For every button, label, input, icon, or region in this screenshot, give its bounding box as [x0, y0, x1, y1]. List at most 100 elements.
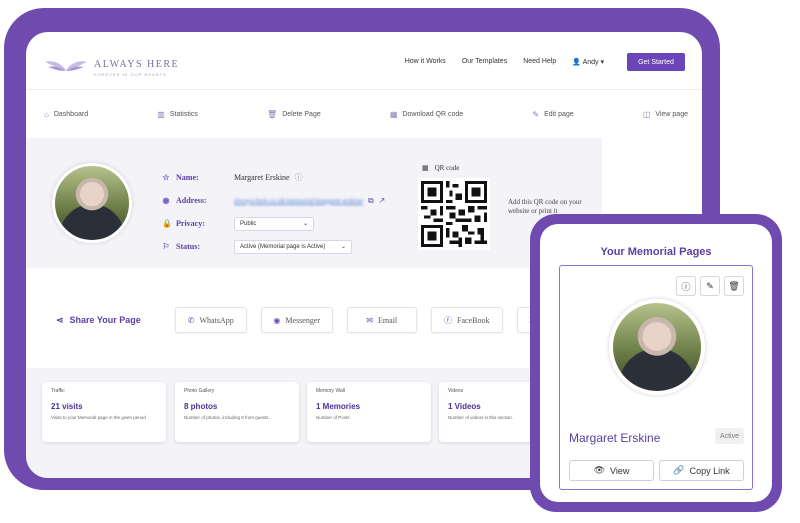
trash-icon: 🗑: [728, 280, 740, 291]
toolbar-label: View page: [655, 110, 688, 118]
chevron-down-icon: ⌄: [302, 221, 308, 227]
nav-need-help[interactable]: Need Help: [523, 58, 556, 66]
address-row: ◉ Address: always-here.co.uk/memorial/mar…: [162, 189, 386, 212]
stat-desc: Number of Posts: [316, 415, 350, 420]
name-value: Margaret Erskine: [234, 173, 290, 182]
site-logo[interactable]: ALWAYS HERE FOREVER IN OUR HEARTS: [44, 54, 179, 77]
address-label: Address:: [176, 196, 207, 205]
profile-fields: ☆ Name: Margaret Erskine ⓘ ◉ Address: alway…: [162, 166, 385, 258]
brand-tagline: FOREVER IN OUR HEARTS: [94, 72, 167, 77]
share-email-button[interactable]: ✉ Email: [346, 307, 417, 333]
stat-desc: Number of photos, including 8 from guest…: [184, 415, 270, 420]
memorial-card: ⓘ ✎ 🗑 Margaret Erskine Active 👁 View 🔗 Cop…: [559, 265, 753, 490]
bar-chart-icon: ▥: [157, 109, 165, 119]
share-icon: ⋖: [56, 314, 64, 325]
status-value: Active (Memorial page is Active): [240, 243, 326, 250]
site-header: ALWAYS HERE FOREVER IN OUR HEARTS How it…: [26, 32, 702, 90]
stage: ALWAYS HERE FOREVER IN OUR HEARTS How it…: [0, 0, 800, 523]
privacy-select[interactable]: Public ⌄: [234, 216, 314, 231]
stat-value: 8 photos: [184, 402, 218, 411]
edit-icon: ✎: [532, 109, 540, 119]
view-button[interactable]: 👁 View: [569, 460, 654, 481]
toolbar-download-qr[interactable]: ▦ Download QR code: [390, 110, 463, 119]
toolbar-label: Dashboard: [53, 110, 89, 118]
star-icon: ☆: [162, 173, 170, 182]
chevron-down-icon: ⌄: [340, 244, 346, 250]
memorial-name: Margaret Erskine: [569, 431, 661, 445]
user-menu[interactable]: 👤 Andy ▾: [572, 58, 604, 66]
privacy-row: 🔒 Privacy: Public ⌄: [162, 212, 385, 235]
messenger-icon: ◉: [273, 315, 281, 325]
wings-logo-icon: [45, 60, 87, 71]
stat-title: Traffic: [51, 388, 65, 394]
stat-desc: Visits to your Memorial page in the give…: [51, 415, 146, 420]
stat-value: 1 Memories: [316, 402, 361, 411]
stat-title: Memory Wall: [316, 388, 345, 394]
stat-card-memory-wall[interactable]: Memory Wall 1 Memories Number of Posts: [307, 382, 431, 442]
profile-photo: [52, 163, 132, 243]
get-started-button[interactable]: Get Started: [627, 53, 685, 71]
info-button[interactable]: ⓘ: [676, 276, 696, 296]
status-label: Status:: [176, 242, 201, 251]
lock-icon: 🔒: [162, 219, 172, 228]
share-facebook-button[interactable]: ⓕ FaceBook: [430, 307, 503, 333]
qr-code[interactable]: [418, 178, 490, 250]
edit-icon: ✎: [706, 280, 714, 291]
edit-button[interactable]: ✎: [700, 276, 720, 296]
toolbar-label: Delete Page: [282, 110, 321, 118]
email-icon: ✉: [366, 315, 374, 325]
share-whatsapp-button[interactable]: ✆ WhatsApp: [174, 307, 247, 333]
facebook-icon: ⓕ: [444, 315, 453, 325]
card-actions: ⓘ ✎ 🗑: [676, 276, 744, 296]
memorial-photo: [609, 299, 705, 395]
top-nav: How it Works Our Templates Need Help 👤 A…: [405, 58, 604, 66]
nav-how-it-works[interactable]: How it Works: [405, 58, 446, 66]
flag-icon: ⚐: [162, 242, 170, 251]
name-row: ☆ Name: Margaret Erskine ⓘ: [162, 166, 385, 189]
info-icon[interactable]: ⓘ: [295, 172, 303, 183]
address-link[interactable]: always-here.co.uk/memorial/margaret-ersk…: [234, 197, 363, 205]
toolbar-label: Edit page: [544, 110, 574, 118]
delete-button[interactable]: 🗑: [724, 276, 744, 296]
brand-name: ALWAYS HERE: [94, 59, 180, 70]
qr-icon: ▦: [389, 109, 398, 119]
privacy-value: Public: [240, 220, 257, 227]
toolbar-label: Statistics: [169, 110, 198, 118]
eye-icon: 👁: [593, 465, 606, 475]
whatsapp-icon: ✆: [187, 315, 195, 325]
stat-value: 21 visits: [51, 402, 83, 411]
stat-card-photo-gallery[interactable]: Photo Gallery 8 photos Number of photos,…: [175, 382, 299, 442]
nav-our-templates[interactable]: Our Templates: [462, 58, 507, 66]
location-icon: ◉: [162, 196, 170, 205]
toolbar-view-page[interactable]: ◫ View page: [643, 110, 688, 119]
user-icon: 👤: [572, 59, 581, 66]
external-link-icon[interactable]: ↗: [379, 196, 386, 205]
share-label: ⋖ Share Your Page: [56, 314, 141, 326]
status-select[interactable]: Active (Memorial page is Active) ⌄: [234, 239, 352, 254]
stat-card-traffic[interactable]: Traffic 21 visits Visits to your Memoria…: [42, 382, 166, 442]
toolbar-label: Download QR code: [402, 110, 464, 118]
toolbar-dashboard[interactable]: ⌂ Dashboard: [44, 110, 88, 119]
memorial-pages-heading: Your Memorial Pages: [600, 246, 712, 258]
info-icon: ⓘ: [681, 281, 691, 292]
page-toolbar: ⌂ Dashboard ▥ Statistics 🗑 Delete Page ▦ Dow…: [26, 92, 702, 136]
name-label: Name:: [176, 173, 199, 182]
privacy-label: Privacy:: [176, 219, 205, 228]
toolbar-delete-page[interactable]: 🗑 Delete Page: [267, 110, 321, 119]
user-name: Andy: [582, 59, 599, 66]
qr-code-image: [421, 181, 487, 247]
status-row: ⚐ Status: Active (Memorial page is Active…: [162, 235, 385, 258]
phone-frame: Your Memorial Pages ⓘ ✎ 🗑 Margaret Erski…: [530, 214, 782, 512]
share-messenger-button[interactable]: ◉ Messenger: [260, 307, 333, 333]
status-badge: Active: [714, 428, 744, 444]
copy-address-icon[interactable]: ⧉: [368, 196, 374, 206]
phone-screen: Your Memorial Pages ⓘ ✎ 🗑 Margaret Erski…: [540, 224, 772, 502]
toolbar-edit-page[interactable]: ✎ Edit page: [532, 110, 573, 119]
card-buttons: 👁 View 🔗 Copy Link: [569, 460, 744, 481]
toolbar-statistics[interactable]: ▥ Statistics: [157, 110, 198, 119]
home-icon: ⌂: [44, 109, 49, 119]
copy-link-button[interactable]: 🔗 Copy Link: [659, 460, 744, 481]
view-icon: ◫: [642, 109, 651, 119]
qr-small-icon: ▦: [422, 164, 429, 172]
trash-icon: 🗑: [267, 109, 278, 119]
